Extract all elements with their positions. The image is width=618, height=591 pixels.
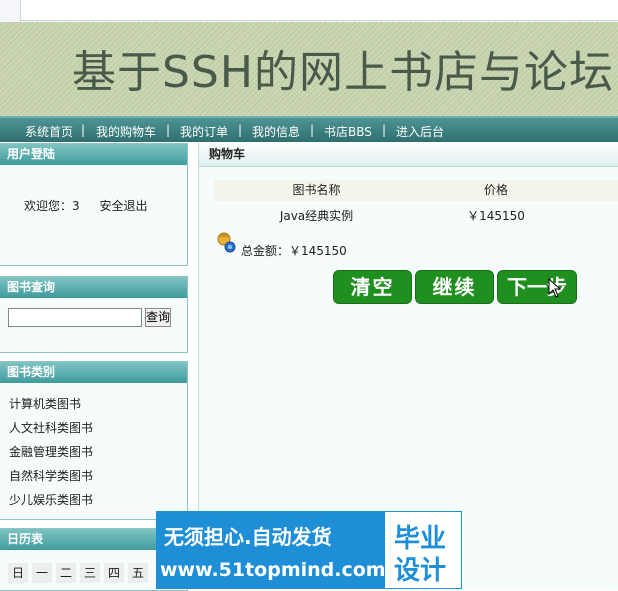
site-title: 基于SSH的网上书店与论坛 xyxy=(72,47,614,98)
browser-tab-area xyxy=(20,0,618,21)
category-item-science[interactable]: 自然科学类图书 xyxy=(9,467,93,484)
cart-row-price: ￥145150 xyxy=(467,209,525,223)
cart-total: 总金额：￥145150 xyxy=(241,244,347,258)
clear-cart-button[interactable]: 清空 xyxy=(333,270,412,304)
nav-my-cart[interactable]: 我的购物车 xyxy=(96,123,156,140)
calendar-weekday: 日 xyxy=(8,563,28,583)
category-item-children[interactable]: 少儿娱乐类图书 xyxy=(9,491,93,508)
mouse-pointer-icon xyxy=(548,278,562,298)
category-panel: 图书类别 计算机类图书 人文社科类图书 金融管理类图书 自然科学类图书 少儿娱乐… xyxy=(0,361,188,520)
calendar-weekday: 二 xyxy=(56,563,76,583)
watermark-right-block: 毕业 设计 xyxy=(384,511,462,589)
welcome-line: 欢迎您：3 安全退出 xyxy=(24,197,147,214)
nav-admin[interactable]: 进入后台 xyxy=(396,123,444,140)
nav-separator: | xyxy=(166,123,171,137)
nav-bbs[interactable]: 书店BBS xyxy=(324,123,372,140)
logout-link[interactable]: 安全退出 xyxy=(99,199,147,213)
nav-my-info[interactable]: 我的信息 xyxy=(252,123,300,140)
calendar-weekday: 五 xyxy=(128,563,148,583)
cart-table-header: 图书名称 价格 xyxy=(214,180,618,201)
calendar-weekday: 一 xyxy=(32,563,52,583)
main-nav: 系统首页 | 我的购物车 | 我的订单 | 我的信息 | 书店BBS | 进入后… xyxy=(0,116,618,142)
watermark-label-bottom: 设计 xyxy=(394,556,447,586)
login-panel-title: 用户登陆 xyxy=(0,144,187,165)
column-header-book-name: 图书名称 xyxy=(292,183,341,197)
cart-row-book-name: Java经典实例 xyxy=(279,209,354,223)
next-step-button[interactable]: 下一步 xyxy=(497,270,577,304)
site-banner: 基于SSH的网上书店与论坛 xyxy=(0,22,618,116)
nav-separator: | xyxy=(310,123,315,137)
calendar-weekday: 四 xyxy=(104,563,124,583)
column-header-price: 价格 xyxy=(483,183,508,197)
nav-separator: | xyxy=(238,123,243,137)
book-search-input[interactable] xyxy=(8,308,142,327)
cart-title: 购物车 xyxy=(199,143,618,167)
nav-separator: | xyxy=(382,123,387,137)
nav-separator: | xyxy=(81,123,86,137)
category-item-computer[interactable]: 计算机类图书 xyxy=(9,395,81,412)
watermark-banner: 无须担心.自动发货 www.51topmind.com 毕业 设计 xyxy=(156,511,462,589)
watermark-slogan: 无须担心.自动发货 xyxy=(164,525,332,549)
category-item-finance[interactable]: 金融管理类图书 xyxy=(9,443,93,460)
continue-shopping-button[interactable]: 继续 xyxy=(415,270,494,304)
search-button[interactable]: 查询 xyxy=(145,308,171,327)
category-panel-title: 图书类别 xyxy=(0,362,187,383)
browser-top-strip xyxy=(0,0,618,23)
search-panel: 图书查询 查询 xyxy=(0,276,188,353)
search-panel-title: 图书查询 xyxy=(0,277,187,298)
watermark-url: www.51topmind.com xyxy=(160,559,386,581)
nav-home[interactable]: 系统首页 xyxy=(25,123,73,140)
category-item-humanities[interactable]: 人文社科类图书 xyxy=(9,419,93,436)
login-panel: 用户登陆 欢迎您：3 安全退出 xyxy=(0,143,188,266)
watermark-left-block: 无须担心.自动发货 www.51topmind.com xyxy=(156,511,386,589)
money-bag-icon xyxy=(217,232,236,253)
welcome-text: 欢迎您：3 xyxy=(24,199,80,213)
calendar-weekday: 三 xyxy=(80,563,100,583)
nav-my-orders[interactable]: 我的订单 xyxy=(180,123,228,140)
